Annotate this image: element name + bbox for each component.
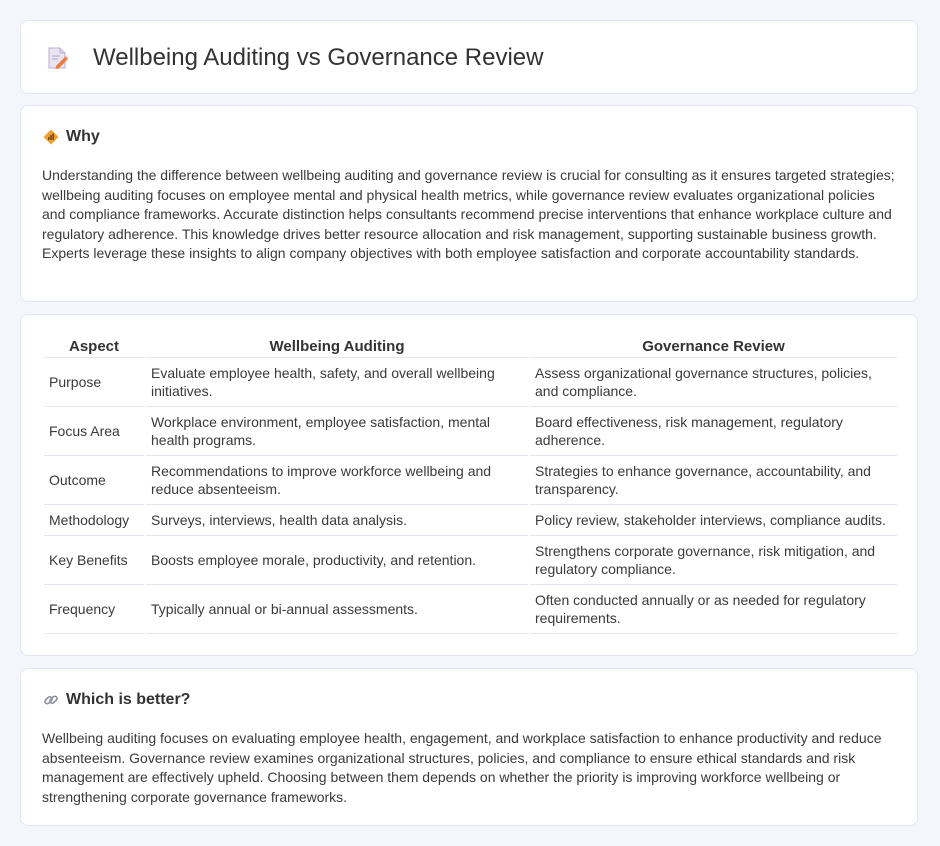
table-header-row: Aspect Wellbeing Auditing Governance Rev… bbox=[44, 334, 897, 358]
document-pencil-icon bbox=[47, 46, 69, 70]
governance-cell: Strategies to enhance governance, accoun… bbox=[530, 456, 897, 505]
link-icon bbox=[43, 692, 59, 708]
column-header-aspect: Aspect bbox=[44, 334, 144, 358]
wellbeing-cell: Workplace environment, employee satisfac… bbox=[146, 407, 528, 456]
aspect-cell: Focus Area bbox=[44, 407, 144, 456]
comparison-table: Aspect Wellbeing Auditing Governance Rev… bbox=[42, 334, 899, 634]
governance-cell: Policy review, stakeholder interviews, c… bbox=[530, 505, 897, 536]
aspect-cell: Purpose bbox=[44, 358, 144, 407]
aspect-cell: Outcome bbox=[44, 456, 144, 505]
table-row: Outcome Recommendations to improve workf… bbox=[44, 456, 897, 505]
why-text: Understanding the difference between wel… bbox=[42, 167, 895, 261]
wellbeing-cell: Surveys, interviews, health data analysi… bbox=[146, 505, 528, 536]
why-heading: Why bbox=[66, 128, 100, 145]
governance-cell: Board effectiveness, risk management, re… bbox=[530, 407, 897, 456]
table-row: Purpose Evaluate employee health, safety… bbox=[44, 358, 897, 407]
table-row: Methodology Surveys, interviews, health … bbox=[44, 505, 897, 536]
wellbeing-cell: Typically annual or bi-annual assessment… bbox=[146, 585, 528, 634]
which-heading-row: Which is better? bbox=[43, 691, 190, 709]
wellbeing-cell: Evaluate employee health, safety, and ov… bbox=[146, 358, 528, 407]
table-row: Focus Area Workplace environment, employ… bbox=[44, 407, 897, 456]
why-section: Why Understanding the difference between… bbox=[20, 105, 918, 302]
governance-cell: Assess organizational governance structu… bbox=[530, 358, 897, 407]
diamond-signal-icon bbox=[43, 129, 59, 145]
column-header-wellbeing: Wellbeing Auditing bbox=[146, 334, 528, 358]
aspect-cell: Frequency bbox=[44, 585, 144, 634]
wellbeing-cell: Boosts employee morale, productivity, an… bbox=[146, 536, 528, 585]
aspect-cell: Key Benefits bbox=[44, 536, 144, 585]
which-heading: Which is better? bbox=[66, 691, 191, 708]
wellbeing-cell: Recommendations to improve workforce wel… bbox=[146, 456, 528, 505]
comparison-card: Aspect Wellbeing Auditing Governance Rev… bbox=[20, 314, 918, 656]
page-title: Wellbeing Auditing vs Governance Review bbox=[93, 44, 544, 71]
which-section: Which is better? Wellbeing auditing focu… bbox=[20, 668, 918, 826]
column-header-governance: Governance Review bbox=[530, 334, 897, 358]
why-heading-row: Why bbox=[43, 128, 100, 146]
aspect-cell: Methodology bbox=[44, 505, 144, 536]
title-card: Wellbeing Auditing vs Governance Review bbox=[20, 20, 918, 94]
which-text: Wellbeing auditing focuses on evaluating… bbox=[42, 730, 882, 805]
table-row: Frequency Typically annual or bi-annual … bbox=[44, 585, 897, 634]
table-row: Key Benefits Boosts employee morale, pro… bbox=[44, 536, 897, 585]
governance-cell: Strengthens corporate governance, risk m… bbox=[530, 536, 897, 585]
governance-cell: Often conducted annually or as needed fo… bbox=[530, 585, 897, 634]
